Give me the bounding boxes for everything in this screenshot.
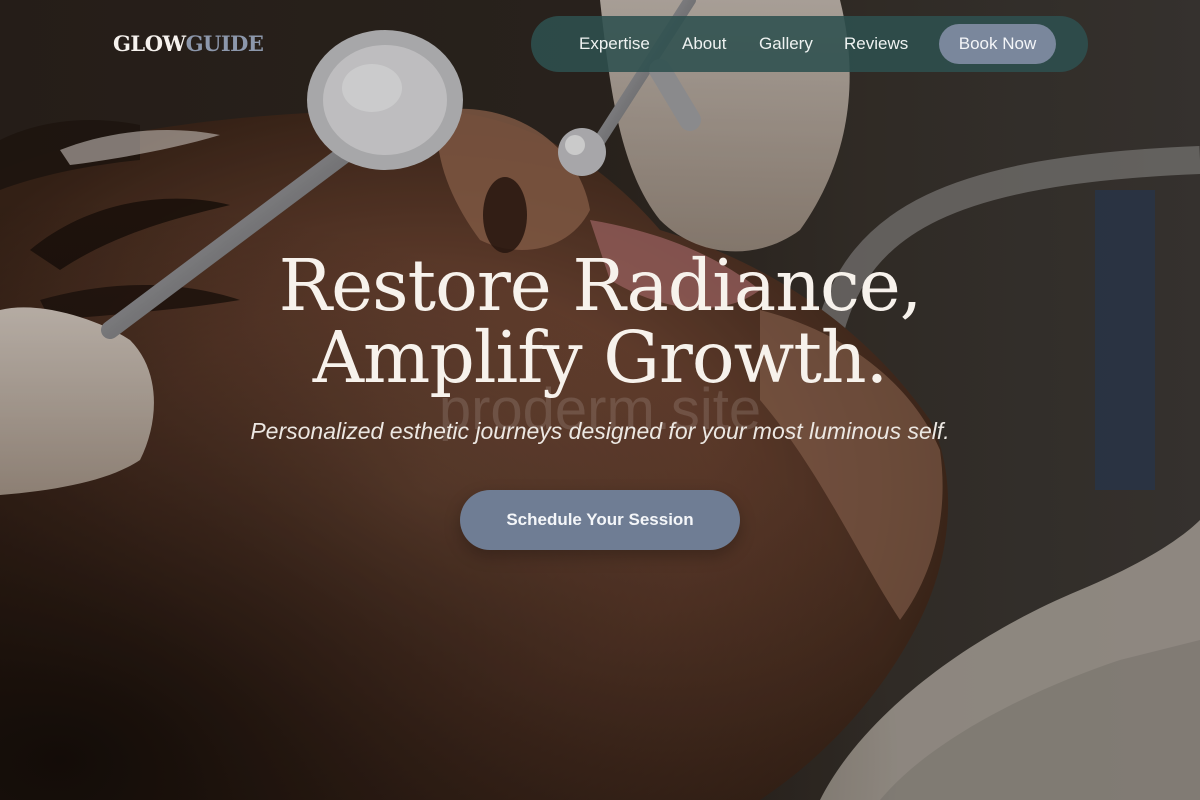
schedule-session-button[interactable]: Schedule Your Session — [460, 490, 740, 550]
nav-link-reviews[interactable]: Reviews — [844, 16, 908, 72]
headline-line-1: Restore Radiance, — [278, 244, 923, 327]
logo-text-glow: GLOW — [113, 31, 186, 56]
hero-headline: Restore Radiance, Amplify Growth. — [0, 250, 1200, 394]
hero-section: GLOWGUIDE Expertise About Gallery Review… — [0, 0, 1200, 800]
book-now-button[interactable]: Book Now — [939, 24, 1056, 64]
brand-logo[interactable]: GLOWGUIDE — [113, 31, 264, 57]
logo-text-guide: GUIDE — [185, 31, 264, 56]
hero-subheadline: Personalized esthetic journeys designed … — [250, 418, 950, 444]
nav-link-about[interactable]: About — [682, 16, 726, 72]
nav-link-expertise[interactable]: Expertise — [579, 16, 650, 72]
nav-link-gallery[interactable]: Gallery — [759, 16, 813, 72]
main-nav: Expertise About Gallery Reviews Book Now — [531, 16, 1088, 72]
